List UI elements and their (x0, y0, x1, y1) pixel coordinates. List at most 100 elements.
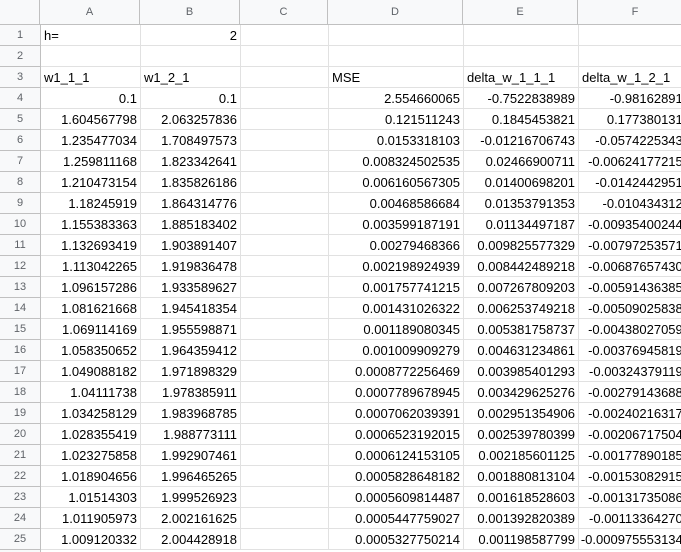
row-header-12[interactable]: 12 (0, 256, 40, 277)
cell-D25[interactable]: 0.0005327750214 (329, 529, 464, 550)
cell-F25[interactable]: -0.0009755531348 (579, 529, 681, 550)
cell-C25[interactable] (241, 529, 329, 550)
cell-F5[interactable]: 0.1773801316 (579, 109, 681, 130)
cell-F15[interactable]: -0.004380270593 (579, 319, 681, 340)
cell-F14[interactable]: -0.005090258387 (579, 298, 681, 319)
cell-C7[interactable] (241, 151, 329, 172)
cell-F16[interactable]: -0.003769458192 (579, 340, 681, 361)
row-header-8[interactable]: 8 (0, 172, 40, 193)
cell-D11[interactable]: 0.00279468366 (329, 235, 464, 256)
cell-B22[interactable]: 1.996465265 (141, 466, 241, 487)
cell-A12[interactable]: 1.113042265 (41, 256, 141, 277)
row-header-23[interactable]: 23 (0, 487, 40, 508)
cell-B11[interactable]: 1.903891407 (141, 235, 241, 256)
cell-B16[interactable]: 1.964359412 (141, 340, 241, 361)
cell-E21[interactable]: 0.002185601125 (464, 445, 579, 466)
cell-E17[interactable]: 0.003985401293 (464, 361, 579, 382)
row-header-5[interactable]: 5 (0, 109, 40, 130)
cell-B12[interactable]: 1.919836478 (141, 256, 241, 277)
cell-D12[interactable]: 0.002198924939 (329, 256, 464, 277)
cell-A14[interactable]: 1.081621668 (41, 298, 141, 319)
cell-C4[interactable] (241, 88, 329, 109)
column-header-E[interactable]: E (463, 0, 578, 24)
cell-C17[interactable] (241, 361, 329, 382)
cell-D23[interactable]: 0.0005609814487 (329, 487, 464, 508)
row-header-6[interactable]: 6 (0, 130, 40, 151)
cell-A2[interactable] (41, 46, 141, 67)
cell-A21[interactable]: 1.023275858 (41, 445, 141, 466)
cell-E6[interactable]: -0.01216706743 (464, 130, 579, 151)
cell-B9[interactable]: 1.864314776 (141, 193, 241, 214)
column-header-F[interactable]: F (578, 0, 681, 24)
cell-D21[interactable]: 0.0006124153105 (329, 445, 464, 466)
cell-B15[interactable]: 1.955598871 (141, 319, 241, 340)
cell-E5[interactable]: 0.1845453821 (464, 109, 579, 130)
cell-B10[interactable]: 1.885183402 (141, 214, 241, 235)
cell-F6[interactable]: -0.05742253432 (579, 130, 681, 151)
cell-D5[interactable]: 0.121511243 (329, 109, 464, 130)
cell-A6[interactable]: 1.235477034 (41, 130, 141, 151)
cell-A15[interactable]: 1.069114169 (41, 319, 141, 340)
cell-A17[interactable]: 1.049088182 (41, 361, 141, 382)
cell-A1[interactable]: h= (41, 25, 141, 46)
cell-C23[interactable] (241, 487, 329, 508)
cell-C1[interactable] (241, 25, 329, 46)
cell-B5[interactable]: 2.063257836 (141, 109, 241, 130)
cell-C3[interactable] (241, 67, 329, 88)
cell-B19[interactable]: 1.983968785 (141, 403, 241, 424)
row-header-14[interactable]: 14 (0, 298, 40, 319)
row-header-24[interactable]: 24 (0, 508, 40, 529)
cell-D2[interactable] (329, 46, 464, 67)
cell-C11[interactable] (241, 235, 329, 256)
cell-C9[interactable] (241, 193, 329, 214)
cell-D15[interactable]: 0.001189080345 (329, 319, 464, 340)
row-header-15[interactable]: 15 (0, 319, 40, 340)
cell-C21[interactable] (241, 445, 329, 466)
cell-E3[interactable]: delta_w_1_1_1 (464, 67, 579, 88)
cell-D10[interactable]: 0.003599187191 (329, 214, 464, 235)
cell-A3[interactable]: w1_1_1 (41, 67, 141, 88)
cell-E10[interactable]: 0.01134497187 (464, 214, 579, 235)
cell-C8[interactable] (241, 172, 329, 193)
cell-C19[interactable] (241, 403, 329, 424)
cell-D18[interactable]: 0.0007789678945 (329, 382, 464, 403)
cell-A11[interactable]: 1.132693419 (41, 235, 141, 256)
row-header-22[interactable]: 22 (0, 466, 40, 487)
cell-E20[interactable]: 0.002539780399 (464, 424, 579, 445)
row-header-2[interactable]: 2 (0, 46, 40, 67)
cell-F18[interactable]: -0.002791436886 (579, 382, 681, 403)
cell-B21[interactable]: 1.992907461 (141, 445, 241, 466)
cell-E24[interactable]: 0.001392820389 (464, 508, 579, 529)
cell-D9[interactable]: 0.00468586684 (329, 193, 464, 214)
cell-F3[interactable]: delta_w_1_2_1 (579, 67, 681, 88)
column-header-D[interactable]: D (328, 0, 463, 24)
cell-F13[interactable]: -0.005914363851 (579, 277, 681, 298)
cell-B4[interactable]: 0.1 (141, 88, 241, 109)
cell-E12[interactable]: 0.008442489218 (464, 256, 579, 277)
cell-B3[interactable]: w1_2_1 (141, 67, 241, 88)
cell-D17[interactable]: 0.0008772256469 (329, 361, 464, 382)
cell-A5[interactable]: 1.604567798 (41, 109, 141, 130)
cell-F10[interactable]: -0.009354002447 (579, 214, 681, 235)
cell-F11[interactable]: -0.007972535713 (579, 235, 681, 256)
cell-A7[interactable]: 1.259811168 (41, 151, 141, 172)
cell-D19[interactable]: 0.0007062039391 (329, 403, 464, 424)
cell-E22[interactable]: 0.001880813104 (464, 466, 579, 487)
cell-C6[interactable] (241, 130, 329, 151)
row-header-9[interactable]: 9 (0, 193, 40, 214)
cell-F19[interactable]: -0.002402163177 (579, 403, 681, 424)
row-header-19[interactable]: 19 (0, 403, 40, 424)
cell-F21[interactable]: -0.001778901851 (579, 445, 681, 466)
cell-B6[interactable]: 1.708497573 (141, 130, 241, 151)
cell-E15[interactable]: 0.005381758737 (464, 319, 579, 340)
cell-D1[interactable] (329, 25, 464, 46)
cell-E19[interactable]: 0.002951354906 (464, 403, 579, 424)
cell-B23[interactable]: 1.999526923 (141, 487, 241, 508)
row-header-18[interactable]: 18 (0, 382, 40, 403)
cell-E7[interactable]: 0.02466900711 (464, 151, 579, 172)
cell-E4[interactable]: -0.7522838989 (464, 88, 579, 109)
cell-A22[interactable]: 1.018904656 (41, 466, 141, 487)
cell-F2[interactable] (579, 46, 681, 67)
cell-D16[interactable]: 0.001009909279 (329, 340, 464, 361)
row-header-3[interactable]: 3 (0, 67, 40, 88)
